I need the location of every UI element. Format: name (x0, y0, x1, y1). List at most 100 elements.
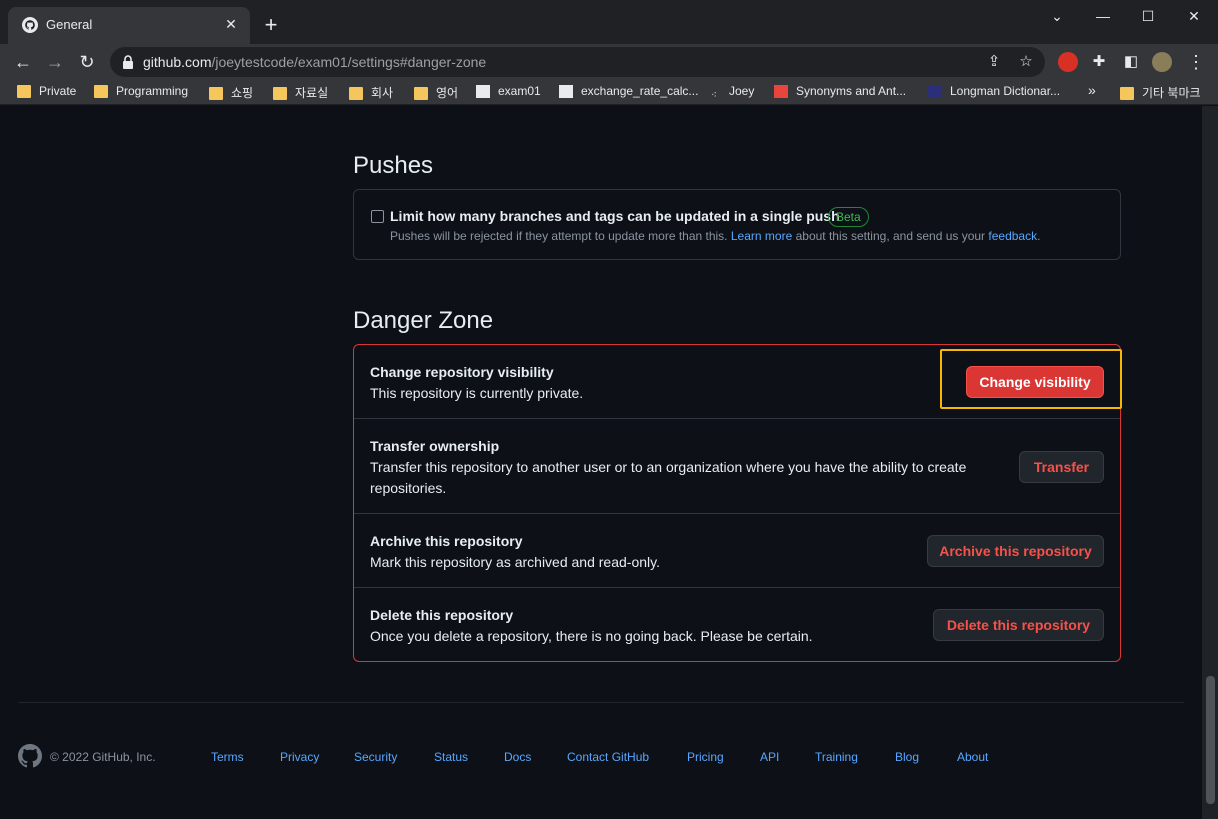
footer-link-training[interactable]: Training (815, 750, 858, 764)
bookmark-shopping[interactable]: 쇼핑 (209, 84, 253, 101)
profile-avatar[interactable] (1152, 52, 1172, 72)
extensions-puzzle-icon[interactable]: ✚ (1087, 50, 1111, 74)
footer-link-security[interactable]: Security (354, 750, 397, 764)
danger-row-archive: Archive this repository Mark this reposi… (354, 513, 1120, 587)
visibility-desc: This repository is currently private. (370, 385, 584, 401)
folder-icon (414, 87, 428, 100)
push-note-prefix: Pushes will be rejected if they attempt … (390, 229, 728, 243)
footer-link-contact[interactable]: Contact GitHub (567, 750, 649, 764)
danger-row-delete: Delete this repository Once you delete a… (354, 587, 1120, 661)
thesaurus-icon (774, 85, 788, 98)
github-favicon-icon (22, 17, 38, 33)
bookmark-label: exchange_rate_calc... (581, 84, 699, 98)
delete-desc: Once you delete a repository, there is n… (370, 628, 813, 644)
tab-search-icon[interactable]: ⌄ (1034, 6, 1080, 26)
flutter-icon (476, 85, 490, 98)
push-note-suffix: . (1037, 229, 1041, 243)
tab-close-icon[interactable]: ✕ (222, 15, 240, 33)
danger-zone-heading: Danger Zone (353, 307, 494, 334)
transfer-title: Transfer ownership (370, 438, 500, 454)
bookmark-label: 쇼핑 (231, 86, 254, 100)
bookmark-label: Longman Dictionar... (950, 84, 1061, 98)
bookmark-synonyms[interactable]: Synonyms and Ant... (774, 84, 906, 101)
footer-link-api[interactable]: API (760, 750, 779, 764)
github-logo-icon[interactable] (18, 744, 42, 768)
forward-arrow-icon[interactable]: → (43, 50, 67, 74)
bookmark-label: 기타 북마크 (1142, 86, 1201, 100)
lock-icon (123, 55, 133, 69)
footer-link-about[interactable]: About (957, 750, 988, 764)
feedback-link[interactable]: feedback (988, 229, 1037, 243)
bookmark-label: 자료실 (295, 86, 329, 100)
maximize-icon[interactable]: ☐ (1125, 6, 1171, 26)
delete-repository-button[interactable]: Delete this repository (933, 609, 1104, 641)
adblock-extension-icon[interactable] (1058, 52, 1078, 72)
minimize-icon[interactable]: — (1080, 6, 1126, 26)
pushes-box: Limit how many branches and tags can be … (353, 189, 1121, 260)
push-note-middle: about this setting, and send us your (795, 229, 986, 243)
page-scrollbar[interactable] (1202, 106, 1218, 819)
browser-window: General ✕ + ⌄ — ☐ ✕ ← → ↻ github.com/joe… (0, 0, 1218, 819)
bookmark-label: Programming (116, 84, 189, 98)
bookmark-english[interactable]: 영어 (414, 84, 458, 101)
bookmark-longman[interactable]: Longman Dictionar... (928, 84, 1060, 101)
bookmark-star-icon[interactable]: ☆ (1017, 53, 1035, 71)
folder-icon (17, 85, 31, 98)
pushes-heading: Pushes (353, 152, 434, 179)
danger-row-transfer: Transfer ownership Transfer this reposit… (354, 418, 1120, 513)
bookmark-label: 영어 (436, 86, 459, 100)
transfer-desc: Transfer this repository to another user… (370, 459, 967, 496)
footer-link-status[interactable]: Status (434, 750, 468, 764)
beta-badge: Beta (828, 207, 869, 227)
bookmark-programming[interactable]: Programming (94, 84, 188, 101)
bookmarks-overflow-chevron-icon[interactable]: » (1088, 82, 1096, 99)
bookmark-archive[interactable]: 자료실 (273, 84, 328, 101)
new-tab-icon[interactable]: + (260, 14, 282, 36)
tab-general[interactable]: General ✕ (8, 7, 250, 44)
menu-kebab-icon[interactable]: ⋮ (1184, 50, 1208, 74)
folder-icon (209, 87, 223, 100)
footer-link-blog[interactable]: Blog (895, 750, 919, 764)
bookmark-private[interactable]: Private (17, 84, 76, 101)
side-panel-icon[interactable]: ◧ (1119, 50, 1143, 74)
footer-link-docs[interactable]: Docs (504, 750, 531, 764)
footer-divider (18, 702, 1184, 703)
back-arrow-icon[interactable]: ← (11, 50, 35, 74)
highlight-frame (940, 349, 1122, 409)
folder-icon (349, 87, 363, 100)
bookmark-label: Private (39, 84, 77, 98)
delete-title: Delete this repository (370, 607, 514, 623)
close-window-icon[interactable]: ✕ (1171, 6, 1217, 26)
push-note: Pushes will be rejected if they attempt … (390, 229, 1040, 243)
flutter-icon (559, 85, 573, 98)
visibility-title: Change repository visibility (370, 364, 554, 380)
learn-more-link[interactable]: Learn more (731, 229, 792, 243)
url-domain: github.com (143, 54, 212, 70)
share-icon[interactable]: ⇪ (985, 53, 1003, 71)
bookmark-label: Joey (729, 84, 755, 98)
bookmarks-bar: Private Programming 쇼핑 자료실 회사 영어 exam01 … (0, 80, 1218, 105)
scrollbar-thumb[interactable] (1206, 676, 1215, 804)
tab-strip: General ✕ + ⌄ — ☐ ✕ (0, 0, 1218, 44)
reload-icon[interactable]: ↻ (75, 50, 99, 74)
footer-link-pricing[interactable]: Pricing (687, 750, 724, 764)
footer-link-privacy[interactable]: Privacy (280, 750, 319, 764)
bookmark-exam01[interactable]: exam01 (476, 84, 541, 101)
folder-icon (273, 87, 287, 100)
tab-title: General (46, 17, 93, 32)
limit-push-checkbox[interactable] (371, 210, 384, 223)
transfer-button[interactable]: Transfer (1019, 451, 1104, 483)
bookmark-label: exam01 (498, 84, 541, 98)
footer-copyright: © 2022 GitHub, Inc. (50, 750, 156, 764)
page-content: Pushes Limit how many branches and tags … (0, 106, 1202, 819)
bookmark-company[interactable]: 회사 (349, 84, 393, 101)
footer-link-terms[interactable]: Terms (211, 750, 244, 764)
address-bar[interactable]: github.com/joeytestcode/exam01/settings#… (110, 47, 1045, 77)
bookmark-joey[interactable]: ⁖ Joey (711, 84, 754, 101)
bookmark-label: 회사 (371, 86, 394, 100)
bookmark-exchange-rate[interactable]: exchange_rate_calc... (559, 84, 698, 101)
other-bookmarks[interactable]: 기타 북마크 (1120, 84, 1201, 101)
archive-desc: Mark this repository as archived and rea… (370, 554, 660, 570)
archive-repository-button[interactable]: Archive this repository (927, 535, 1104, 567)
folder-icon (94, 85, 108, 98)
